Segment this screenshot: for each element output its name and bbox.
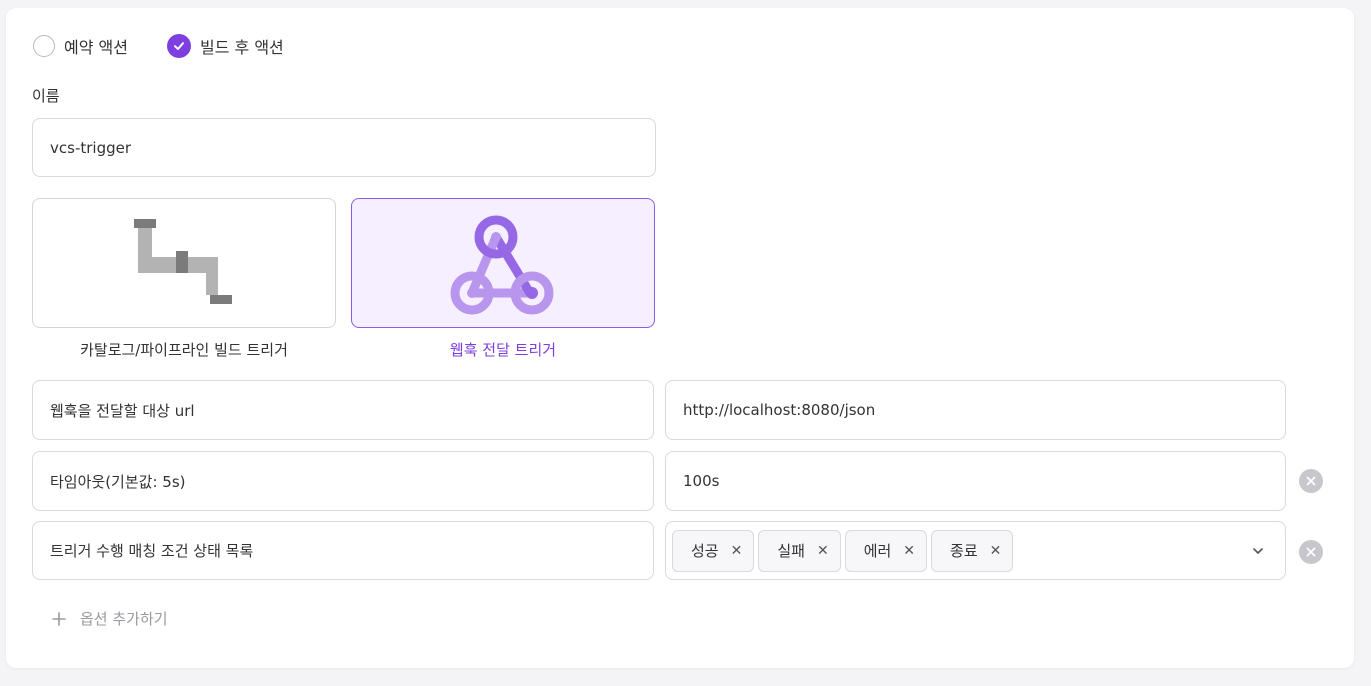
remove-option-button[interactable] xyxy=(1299,540,1323,564)
option-value-input[interactable]: http://localhost:8080/json xyxy=(665,380,1286,440)
option-key-input[interactable]: 트리거 수행 매칭 조건 상태 목록 xyxy=(32,521,654,580)
tag-remove-icon[interactable]: ✕ xyxy=(817,543,829,559)
pipeline-trigger-card[interactable] xyxy=(32,198,336,328)
radio-post-build-action-label: 빌드 후 액션 xyxy=(200,38,284,57)
radio-post-build-action[interactable]: 빌드 후 액션 xyxy=(167,34,284,58)
name-field-label: 이름 xyxy=(32,87,60,105)
chevron-down-icon[interactable] xyxy=(1252,547,1264,555)
close-icon xyxy=(1306,547,1316,557)
status-tag-label: 종료 xyxy=(950,542,978,560)
close-icon xyxy=(1306,476,1316,486)
radio-reserved-action[interactable]: 예약 액션 xyxy=(33,34,128,58)
option-key-input[interactable]: 웹훅을 전달할 대상 url xyxy=(32,380,654,440)
plus-icon xyxy=(52,611,66,626)
tag-remove-icon[interactable]: ✕ xyxy=(903,543,915,559)
tag-remove-icon[interactable]: ✕ xyxy=(990,543,1002,559)
option-key-value: 트리거 수행 매칭 조건 상태 목록 xyxy=(50,542,254,560)
webhook-trigger-label: 웹훅 전달 트리거 xyxy=(449,341,557,359)
status-tag: 에러 ✕ xyxy=(844,529,928,572)
option-key-value: 웹훅을 전달할 대상 url xyxy=(50,401,195,420)
pipeline-trigger-label: 카탈로그/파이프라인 빌드 트리거 xyxy=(80,341,288,359)
status-tag: 종료 ✕ xyxy=(931,529,1014,572)
add-option-label: 옵션 추가하기 xyxy=(80,610,168,628)
option-key-input[interactable]: 타임아웃(기본값: 5s) xyxy=(32,451,654,511)
webhook-trigger-card[interactable] xyxy=(351,198,655,328)
option-value-value: 100s xyxy=(683,472,720,490)
option-key-value: 타임아웃(기본값: 5s) xyxy=(50,472,186,491)
radio-checked-icon[interactable] xyxy=(167,34,191,58)
add-option-button[interactable]: 옵션 추가하기 xyxy=(52,608,168,629)
status-tag-label: 실패 xyxy=(777,542,805,560)
name-input[interactable]: vcs-trigger xyxy=(32,118,656,177)
remove-option-button[interactable] xyxy=(1299,469,1323,493)
tag-remove-icon[interactable]: ✕ xyxy=(731,543,743,559)
pipeline-icon xyxy=(134,219,232,304)
status-tag-label: 성공 xyxy=(691,542,719,560)
status-tag-label: 에러 xyxy=(863,542,892,560)
radio-reserved-action-label: 예약 액션 xyxy=(64,38,128,57)
status-tag: 실패 ✕ xyxy=(758,529,841,572)
name-input-value: vcs-trigger xyxy=(50,138,132,157)
status-tag: 성공 ✕ xyxy=(672,529,755,572)
webhook-icon xyxy=(450,215,554,315)
radio-unchecked-icon[interactable] xyxy=(33,35,55,57)
status-multiselect[interactable]: 성공 ✕ 실패 ✕ 에러 ✕ 종료 ✕ xyxy=(665,521,1286,580)
option-value-input[interactable]: 100s xyxy=(665,451,1286,511)
option-value-value: http://localhost:8080/json xyxy=(683,401,876,419)
